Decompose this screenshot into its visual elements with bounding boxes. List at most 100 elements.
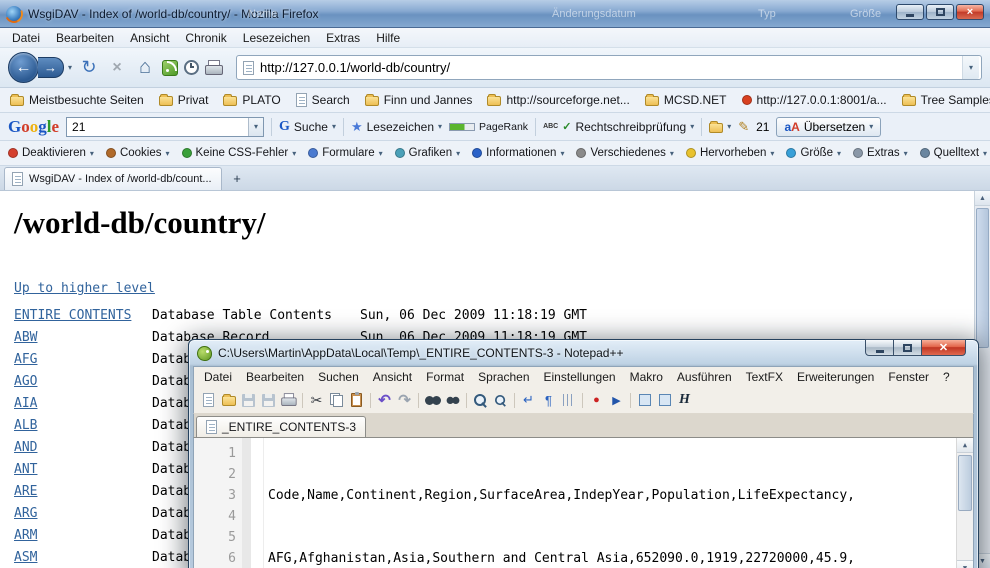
open-file-icon[interactable] — [219, 391, 238, 410]
menu-ansicht[interactable]: Ansicht — [122, 29, 177, 47]
scroll-up-icon[interactable]: ▲ — [975, 191, 990, 206]
tab-active[interactable]: WsgiDAV - Index of /world-db/count... — [4, 167, 222, 190]
print-button[interactable] — [205, 61, 222, 75]
google-bookmarks-button[interactable]: ★Lesezeichen▾ — [351, 119, 442, 135]
npp-menu-sprachen[interactable]: Sprachen — [471, 368, 536, 386]
menu-bearbeiten[interactable]: Bearbeiten — [48, 29, 122, 47]
redo-icon[interactable]: ↷ — [395, 391, 414, 410]
zoom-out-icon[interactable] — [491, 391, 510, 410]
entry-link[interactable]: ENTIRE CONTENTS — [14, 308, 152, 323]
pagerank-widget[interactable]: PageRank — [449, 121, 528, 133]
reload-button[interactable]: ↻ — [78, 57, 100, 78]
npp-menu-suchen[interactable]: Suchen — [311, 368, 366, 386]
google-search-button[interactable]: GSuche▾ — [279, 119, 336, 135]
npp-menu-makro[interactable]: Makro — [623, 368, 670, 386]
back-button[interactable]: ← — [8, 52, 39, 83]
copy-icon[interactable] — [327, 391, 346, 410]
entry-link[interactable]: AGO — [14, 374, 152, 389]
spellcheck-button[interactable]: ABC✓Rechtschreibprüfung▾ — [543, 120, 694, 134]
search-dropdown-icon[interactable]: ▾ — [248, 118, 263, 136]
bookmark-item[interactable]: Finn und Jannes — [365, 93, 473, 107]
entry-link[interactable]: AFG — [14, 352, 152, 367]
stop-button[interactable]: × — [106, 59, 128, 77]
record-macro-icon[interactable]: ● — [587, 391, 606, 410]
autofill-button[interactable]: ▾ — [709, 121, 731, 133]
bookmark-item[interactable]: Tree Samples — [902, 93, 990, 107]
webdev-source[interactable]: Quelltext▾ — [920, 147, 987, 159]
url-bar[interactable]: ▾ — [236, 55, 982, 80]
webdev-cookies[interactable]: Cookies▾ — [106, 147, 170, 159]
entry-link[interactable]: AIA — [14, 396, 152, 411]
bookmark-item[interactable]: MCSD.NET — [645, 93, 727, 107]
editor-text[interactable]: Code,Name,Continent,Region,SurfaceArea,I… — [264, 438, 973, 568]
google-search-box[interactable]: ▾ — [66, 117, 264, 137]
scrollbar-thumb[interactable] — [958, 455, 972, 511]
npp-menu-bearbeiten[interactable]: Bearbeiten — [239, 368, 311, 386]
npp-tab-active[interactable]: _ENTIRE_CONTENTS-3 — [196, 416, 366, 437]
webdev-miscellaneous[interactable]: Verschiedenes▾ — [576, 147, 673, 159]
bookmark-item[interactable]: PLATO — [223, 93, 280, 107]
scrollbar-thumb[interactable] — [976, 208, 989, 348]
bookmark-item[interactable]: Meistbesuchte Seiten — [10, 93, 144, 107]
zoom-in-icon[interactable] — [471, 391, 490, 410]
npp-menu-einstellungen[interactable]: Einstellungen — [537, 368, 623, 386]
feed-icon[interactable] — [162, 60, 178, 76]
webdev-css[interactable]: Keine CSS-Fehler▾ — [182, 147, 297, 159]
word-wrap-icon[interactable]: ↵ — [519, 391, 538, 410]
forward-button[interactable]: → — [38, 57, 64, 78]
minimize-button[interactable] — [865, 339, 894, 356]
bookmark-item[interactable]: http://127.0.0.1:8001/a... — [742, 93, 887, 107]
webdev-tools[interactable]: Extras▾ — [853, 147, 908, 159]
find-icon[interactable] — [423, 391, 442, 410]
new-tab-button[interactable]: + — [225, 169, 249, 188]
menu-extras[interactable]: Extras — [318, 29, 368, 47]
webdev-information[interactable]: Informationen▾ — [472, 147, 564, 159]
firefox-titlebar[interactable]: WsgiDAV - Index of /world-db/country/ - … — [0, 0, 990, 28]
paste-icon[interactable] — [347, 391, 366, 410]
history-clock-icon[interactable] — [184, 60, 199, 75]
save-all-icon[interactable] — [259, 391, 278, 410]
entry-link[interactable]: ARG — [14, 506, 152, 521]
scroll-down-icon[interactable]: ▼ — [957, 560, 973, 568]
url-dropdown-icon[interactable]: ▾ — [962, 56, 979, 79]
npp-menu-datei[interactable]: Datei — [197, 368, 239, 386]
save-icon[interactable] — [239, 391, 258, 410]
maximize-button[interactable] — [926, 4, 954, 20]
editor-scrollbar[interactable]: ▲ ▼ — [956, 438, 973, 568]
notepadpp-titlebar[interactable]: C:\Users\Martin\AppData\Local\Temp\_ENTI… — [193, 340, 974, 366]
home-button[interactable]: ⌂ — [134, 56, 156, 79]
entry-link[interactable]: ANT — [14, 462, 152, 477]
webdev-forms[interactable]: Formulare▾ — [308, 147, 382, 159]
bookmark-item[interactable]: http://sourceforge.net... — [487, 93, 629, 107]
close-button[interactable]: ✕ — [921, 339, 966, 356]
function-list-icon[interactable] — [655, 391, 674, 410]
entry-link[interactable]: ARE — [14, 484, 152, 499]
entry-link[interactable]: AND — [14, 440, 152, 455]
show-symbols-icon[interactable]: ¶ — [539, 391, 558, 410]
replace-icon[interactable] — [443, 391, 462, 410]
highlighter-icon[interactable]: ✎ — [738, 119, 749, 135]
menu-datei[interactable]: Datei — [4, 29, 48, 47]
maximize-button[interactable] — [894, 339, 921, 356]
menu-lesezeichen[interactable]: Lesezeichen — [235, 29, 318, 47]
npp-menu-textfx[interactable]: TextFX — [739, 368, 790, 386]
npp-menu-ansicht[interactable]: Ansicht — [366, 368, 419, 386]
close-button[interactable]: × — [956, 4, 984, 20]
npp-menu-hilfe[interactable]: ? — [936, 368, 957, 386]
scroll-up-icon[interactable]: ▲ — [957, 438, 973, 453]
minimize-button[interactable] — [896, 4, 924, 20]
hex-editor-icon[interactable]: H — [675, 391, 694, 410]
print-icon[interactable] — [279, 391, 298, 410]
webdev-resize[interactable]: Größe▾ — [786, 147, 841, 159]
translate-button[interactable]: aAÜbersetzen▾ — [776, 117, 881, 137]
entry-link[interactable]: ABW — [14, 330, 152, 345]
google-search-input[interactable] — [67, 120, 248, 134]
indent-guide-icon[interactable] — [559, 391, 578, 410]
npp-menu-format[interactable]: Format — [419, 368, 471, 386]
menu-hilfe[interactable]: Hilfe — [368, 29, 408, 47]
history-dropdown-icon[interactable]: ▾ — [68, 63, 72, 72]
entry-link[interactable]: ALB — [14, 418, 152, 433]
url-input[interactable] — [260, 60, 956, 75]
npp-menu-fenster[interactable]: Fenster — [881, 368, 936, 386]
entry-link[interactable]: ASM — [14, 550, 152, 565]
